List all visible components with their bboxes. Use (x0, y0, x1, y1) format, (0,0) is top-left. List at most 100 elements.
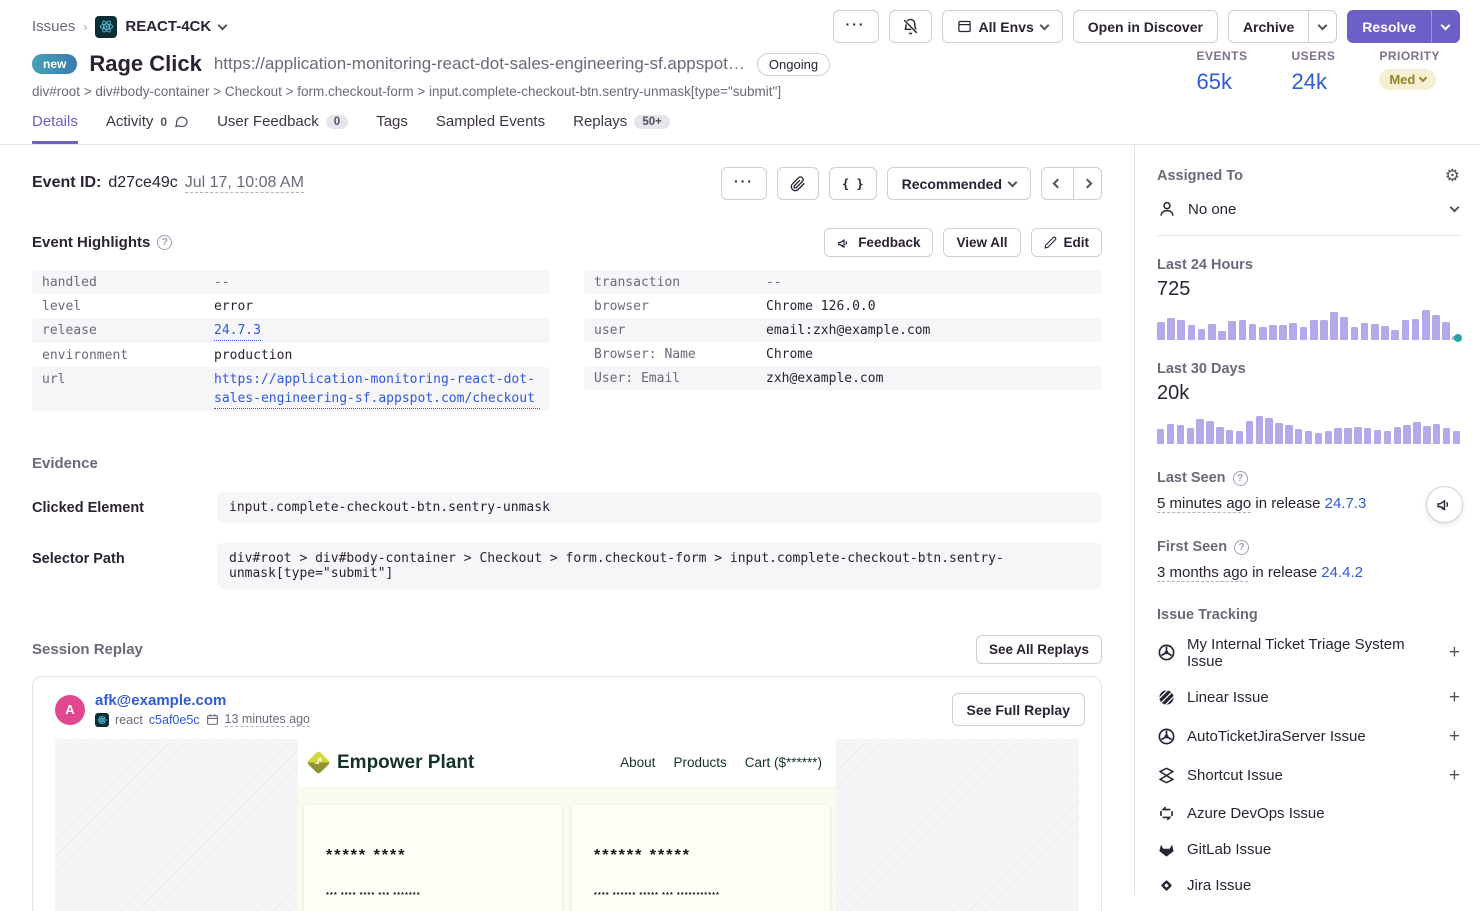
issue-tracking-item[interactable]: Azure DevOps Issue (1157, 795, 1460, 831)
issue-title: Rage Click (89, 51, 202, 77)
chart-bar (1443, 428, 1450, 445)
stat-value-link[interactable]: 24k (1291, 69, 1335, 95)
tab-label: Details (32, 113, 78, 130)
view-json-button[interactable]: { } (829, 167, 877, 200)
help-icon[interactable]: ? (1234, 540, 1249, 555)
replay-product-card: ****** ********* ****** ***** *** ******… (572, 805, 830, 911)
stat-value-link[interactable]: 65k (1196, 69, 1247, 95)
latest-event-marker-dot (1454, 334, 1462, 342)
add-issue-link-button[interactable]: + (1449, 726, 1460, 748)
add-issue-link-button[interactable]: + (1449, 642, 1460, 664)
tab-details[interactable]: Details (32, 113, 78, 144)
copy-event-link-button[interactable] (777, 167, 819, 200)
mute-alerts-button[interactable] (889, 10, 932, 43)
breadcrumb-issues-link[interactable]: Issues (32, 18, 75, 35)
issue-action-buttons: ··· All Envs Open in Discover Archive Re… (833, 10, 1460, 43)
chart-bar (1188, 325, 1196, 340)
next-event-button[interactable] (1074, 167, 1102, 200)
chart-bar (1206, 421, 1213, 444)
chart-bar (1340, 317, 1348, 340)
replay-time-ago[interactable]: 13 minutes ago (225, 712, 310, 727)
chart-bar (1422, 310, 1430, 340)
priority-selector[interactable]: Med (1379, 69, 1436, 90)
product-description: **** ****** ***** *** *********** (594, 890, 808, 899)
issue-details-page: Issues › REACT-4CK ··· All Envs Open in … (0, 0, 1480, 911)
replay-card: A afk@example.com react c5af0e5c 13 minu… (32, 676, 1102, 911)
see-all-replays-button[interactable]: See All Replays (976, 635, 1102, 664)
archive-button[interactable]: Archive (1228, 10, 1309, 43)
highlight-value[interactable]: https://application-monitoring-react-dot… (214, 370, 540, 409)
issue-tracking-item[interactable]: GitLab Issue (1157, 831, 1460, 867)
linear-icon (1157, 688, 1176, 707)
last-24-hours-chart[interactable] (1157, 310, 1460, 340)
tab-label: Activity (106, 113, 154, 130)
stat-priority: PRIORITYMed (1379, 49, 1440, 95)
evidence-row: Clicked Elementinput.complete-checkout-b… (32, 492, 1102, 523)
chart-bar (1196, 419, 1203, 445)
see-full-replay-button[interactable]: See Full Replay (952, 693, 1085, 726)
issue-tracking-item[interactable]: AutoTicketJiraServer Issue+ (1157, 717, 1460, 756)
replay-nav-link: Cart ($******) (745, 755, 822, 770)
assignee-selector[interactable]: No one (1157, 184, 1460, 236)
last-seen-release-link[interactable]: 24.7.3 (1325, 495, 1367, 512)
first-seen-ago[interactable]: 3 months ago (1157, 564, 1248, 582)
highlight-value: -- (766, 273, 782, 292)
replay-id-link[interactable]: c5af0e5c (149, 713, 200, 727)
gear-icon[interactable]: ⚙ (1445, 167, 1460, 184)
project-chevron-down-icon[interactable] (218, 20, 228, 30)
help-icon[interactable]: ? (1233, 471, 1248, 486)
pencil-icon (1044, 236, 1057, 249)
tab-user-feedback[interactable]: User Feedback0 (217, 113, 348, 144)
breadcrumb-project-name[interactable]: REACT-4CK (125, 18, 211, 35)
issue-tracking-item[interactable]: Shortcut Issue+ (1157, 756, 1460, 795)
previous-event-button[interactable] (1041, 167, 1074, 200)
highlight-value[interactable]: 24.7.3 (214, 321, 261, 341)
replay-letterbox[interactable]: Empower Plant AboutProductsCart ($******… (55, 739, 1079, 911)
react-project-icon (95, 16, 117, 38)
tab-activity[interactable]: Activity0 (106, 113, 189, 144)
event-id-label: Event ID: (32, 174, 101, 192)
open-in-discover-button[interactable]: Open in Discover (1073, 10, 1218, 43)
event-more-options-button[interactable]: ··· (721, 167, 767, 200)
tab-tags[interactable]: Tags (376, 113, 408, 144)
last-30-days-chart[interactable] (1157, 414, 1460, 444)
chart-bar (1432, 315, 1440, 340)
feedback-button[interactable]: Feedback (824, 228, 933, 257)
chart-bar (1285, 425, 1292, 444)
evidence-label: Selector Path (32, 543, 217, 567)
webhook-icon (1157, 727, 1176, 746)
issue-tracking-item[interactable]: My Internal Ticket Triage System Issue+ (1157, 627, 1460, 678)
environment-selector[interactable]: All Envs (942, 10, 1063, 43)
help-icon[interactable]: ? (157, 235, 172, 250)
issue-tracking-label: Linear Issue (1187, 689, 1438, 706)
chart-bar (1361, 323, 1369, 340)
event-id-value: d27ce49c (108, 174, 177, 192)
add-issue-link-button[interactable]: + (1449, 687, 1460, 709)
issue-tracking-section: Issue Tracking My Internal Ticket Triage… (1157, 607, 1460, 903)
resolve-dropdown-button[interactable] (1431, 10, 1460, 43)
issue-tracking-item[interactable]: Linear Issue + (1157, 678, 1460, 717)
archive-dropdown-button[interactable] (1309, 10, 1337, 43)
view-all-button[interactable]: View All (943, 228, 1020, 257)
more-options-button[interactable]: ··· (833, 10, 879, 43)
tab-replays[interactable]: Replays50+ (573, 113, 670, 144)
add-issue-link-button[interactable]: + (1449, 765, 1460, 787)
first-seen-release-link[interactable]: 24.4.2 (1321, 564, 1363, 581)
stat-events: EVENTS65k (1196, 49, 1247, 95)
event-timestamp[interactable]: Jul 17, 10:08 AM (185, 174, 304, 193)
floating-feedback-button[interactable] (1426, 486, 1463, 523)
substatus-badge: Ongoing (757, 53, 830, 76)
tab-sampled-events[interactable]: Sampled Events (436, 113, 545, 144)
last-30-days-title: Last 30 Days (1157, 361, 1460, 377)
product-description: *** **** **** *** ******* (326, 890, 540, 899)
event-navigation-selector[interactable]: Recommended (887, 167, 1031, 200)
last-seen-ago[interactable]: 5 minutes ago (1157, 495, 1251, 513)
gitlab-icon (1157, 840, 1176, 859)
resolve-button[interactable]: Resolve (1347, 10, 1431, 43)
chart-bar (1249, 324, 1257, 340)
first-seen-section: First Seen? 3 months ago in release 24.4… (1157, 539, 1460, 581)
replay-user-link[interactable]: afk@example.com (95, 692, 952, 709)
chart-bar (1433, 424, 1440, 444)
edit-button[interactable]: Edit (1031, 228, 1103, 257)
issue-tracking-item[interactable]: Jira Issue (1157, 867, 1460, 903)
